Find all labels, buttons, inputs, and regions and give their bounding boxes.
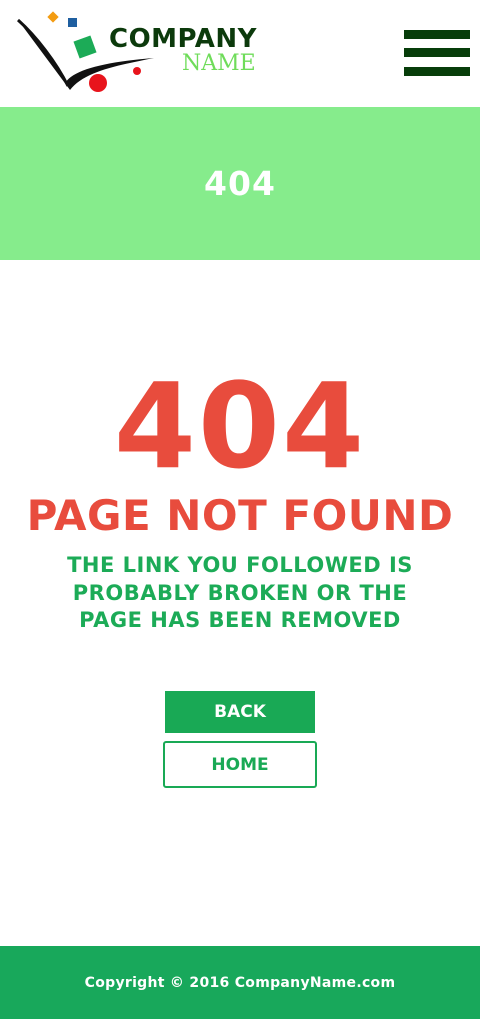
site-footer: Copyright © 2016 CompanyName.com [0, 946, 480, 1019]
hamburger-menu-icon[interactable] [404, 30, 470, 76]
back-button[interactable]: BACK [165, 691, 315, 733]
site-header: COMPANY NAME [0, 0, 480, 107]
menu-bar [404, 30, 470, 39]
banner-title: 404 [204, 164, 276, 203]
menu-bar [404, 67, 470, 76]
page-banner: 404 [0, 107, 480, 260]
error-message: THE LINK YOU FOLLOWED IS PROBABLY BROKEN… [67, 553, 413, 632]
copyright-text: Copyright © 2016 CompanyName.com [84, 974, 396, 991]
menu-bar [404, 48, 470, 57]
logo-company-text: COMPANY [109, 24, 257, 54]
home-button[interactable]: HOME [163, 741, 317, 788]
error-title: PAGE NOT FOUND [26, 491, 454, 540]
company-logo[interactable]: COMPANY NAME [14, 10, 264, 96]
error-code: 404 [113, 357, 367, 495]
logo-name-text: NAME [182, 51, 256, 76]
